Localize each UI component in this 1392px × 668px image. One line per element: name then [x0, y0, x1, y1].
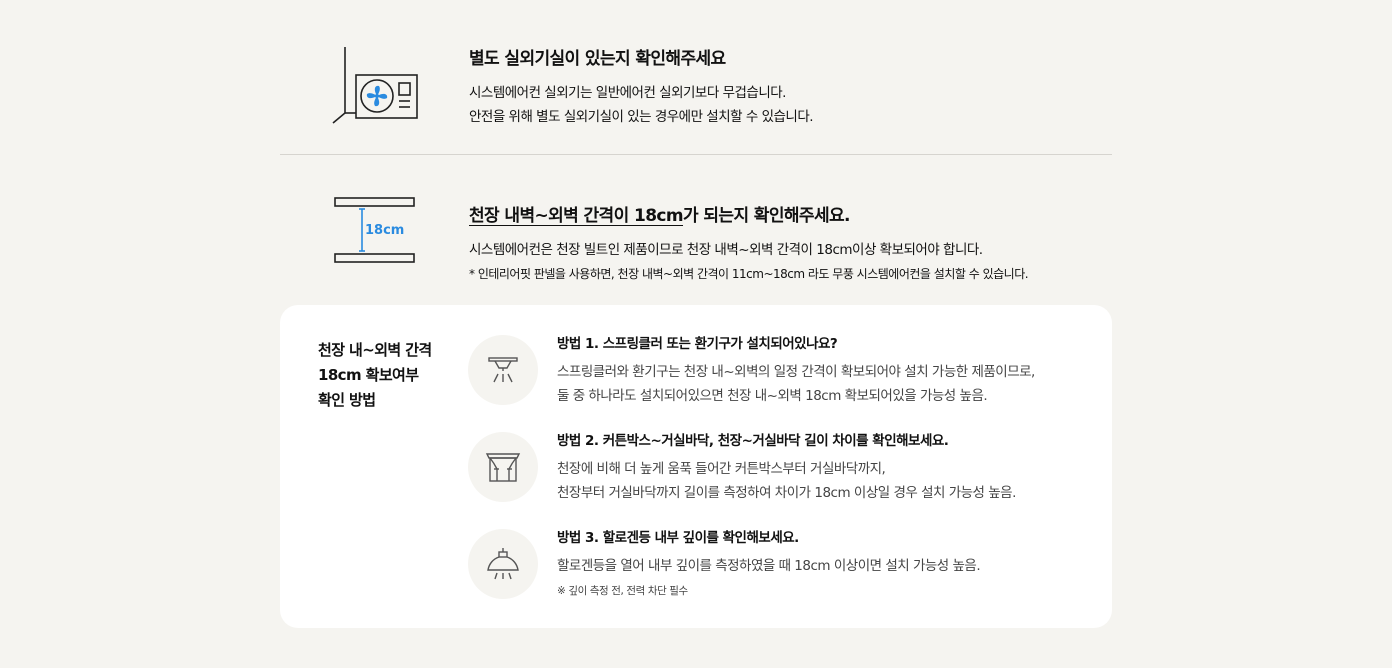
gap-check-card: 천장 내~외벽 간격 18cm 확보여부 확인 방법 방법 1. 스프링클러 또…: [280, 305, 1112, 628]
ceiling-gap-desc: 시스템에어컨은 천장 빌트인 제품이므로 천장 내벽~외벽 간격이 18cm이상…: [469, 242, 983, 258]
outdoor-unit-section: 별도 실외기실이 있는지 확인해주세요 시스템에어컨 실외기는 일반에어컨 실외…: [280, 30, 1112, 154]
ceiling-gap-note: * 인테리어핏 판넬을 사용하면, 천장 내벽~외벽 간격이 11cm~18cm…: [469, 267, 1029, 281]
method-3-title: 방법 3. 할로겐등 내부 깊이를 확인해보세요.: [557, 530, 799, 546]
gap-check-heading-line1: 천장 내~외벽 간격: [318, 341, 432, 359]
curtain-box-icon: [468, 432, 538, 502]
gap-check-heading-line3: 확인 방법: [318, 391, 376, 409]
method-1-desc-line1: 스프링클러와 환기구는 천장 내~외벽의 일정 간격이 확보되어야 설치 가능한…: [557, 364, 1035, 380]
ceiling-gap-text: 천장 내벽~외벽 간격이 18cm가 되는지 확인해주세요. 시스템에어컨은 천…: [469, 201, 1029, 286]
method-1-body: 방법 1. 스프링클러 또는 환기구가 설치되어있나요? 스프링클러와 환기구는…: [557, 332, 1035, 408]
outdoor-unit-text: 별도 실외기실이 있는지 확인해주세요 시스템에어컨 실외기는 일반에어컨 실외…: [469, 44, 814, 129]
method-3-body: 방법 3. 할로겐등 내부 깊이를 확인해보세요. 할로겐등을 열어 내부 깊이…: [557, 526, 981, 598]
ceiling-gap-title-underlined: 천장 내벽~외벽 간격이 18cm: [469, 206, 684, 226]
method-2-desc-line1: 천장에 비해 더 높게 움푹 들어간 커튼박스부터 거실바닥까지,: [557, 461, 886, 477]
method-2-body: 방법 2. 커튼박스~거실바닥, 천장~거실바닥 길이 차이를 확인해보세요. …: [557, 429, 1016, 505]
method-1-title: 방법 1. 스프링클러 또는 환기구가 설치되어있나요?: [557, 336, 838, 352]
method-2-desc-line2: 천장부터 거실바닥까지 길이를 측정하여 차이가 18cm 이상일 경우 설치 …: [557, 485, 1016, 501]
method-1-desc-line2: 둘 중 하나라도 설치되어있으면 천장 내~외벽 18cm 확보되어있을 가능성…: [557, 388, 988, 404]
outdoor-unit-desc-line1: 시스템에어컨 실외기는 일반에어컨 실외기보다 무겁습니다.: [469, 85, 786, 101]
halogen-lamp-icon: [468, 529, 538, 599]
method-3-note: ※ 깊이 측정 전, 전력 차단 필수: [557, 585, 688, 597]
outdoor-unit-icon: [330, 45, 420, 125]
ceiling-gap-title: 천장 내벽~외벽 간격이 18cm가 되는지 확인해주세요.: [469, 201, 1028, 226]
ceiling-gap-icon: 18cm: [332, 195, 416, 265]
outdoor-unit-desc-line2: 안전을 위해 별도 실외기실이 있는 경우에만 설치할 수 있습니다.: [469, 109, 814, 125]
page: 별도 실외기실이 있는지 확인해주세요 시스템에어컨 실외기는 일반에어컨 실외…: [0, 0, 1392, 668]
sprinkler-icon: [468, 335, 538, 405]
method-2-title: 방법 2. 커튼박스~거실바닥, 천장~거실바닥 길이 차이를 확인해보세요.: [557, 433, 949, 449]
outdoor-unit-title: 별도 실외기실이 있는지 확인해주세요: [469, 49, 726, 69]
gap-check-heading-line2: 18cm 확보여부: [318, 366, 419, 384]
ceiling-gap-section: 18cm 천장 내벽~외벽 간격이 18cm가 되는지 확인해주세요. 시스템에…: [280, 155, 1112, 295]
ceiling-gap-icon-label: 18cm: [365, 223, 404, 238]
method-3-desc-line1: 할로겐등을 열어 내부 깊이를 측정하였을 때 18cm 이상이면 설치 가능성…: [557, 558, 981, 574]
ceiling-gap-title-rest: 가 되는지 확인해주세요.: [683, 206, 851, 226]
gap-check-heading: 천장 내~외벽 간격 18cm 확보여부 확인 방법: [318, 338, 448, 413]
